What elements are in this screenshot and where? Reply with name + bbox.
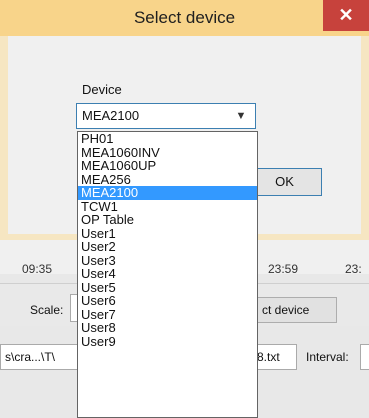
- close-button[interactable]: ✕: [323, 0, 369, 31]
- chevron-down-icon[interactable]: ▼: [235, 104, 247, 128]
- close-icon: ✕: [338, 5, 354, 25]
- dropdown-option[interactable]: User8: [78, 321, 257, 335]
- dropdown-option[interactable]: User1: [78, 226, 257, 241]
- dropdown-option[interactable]: User5: [78, 280, 257, 295]
- interval-field[interactable]: [360, 344, 369, 370]
- dialog-title: Select device: [133, 8, 236, 27]
- select-device-button[interactable]: ct device: [253, 297, 337, 323]
- time-tick: 23:59: [268, 262, 299, 276]
- device-select[interactable]: MEA2100 ▼: [76, 103, 256, 129]
- dropdown-option[interactable]: User4: [78, 267, 257, 281]
- dropdown-option[interactable]: MEA1060UP: [78, 159, 257, 173]
- dropdown-option[interactable]: MEA1060INV: [78, 145, 257, 160]
- dropdown-option[interactable]: TCW1: [78, 199, 257, 214]
- time-tick: 09:35: [22, 262, 53, 276]
- scale-label: Scale:: [30, 303, 64, 317]
- dropdown-option[interactable]: User2: [78, 240, 257, 254]
- dropdown-option[interactable]: User6: [78, 294, 257, 308]
- device-select-value: MEA2100: [82, 108, 140, 123]
- device-dropdown-list[interactable]: PH01 MEA1060INV MEA1060UP MEA256 MEA2100…: [77, 131, 258, 418]
- dropdown-option[interactable]: User7: [78, 307, 257, 322]
- path-field[interactable]: s\cra...\T\: [0, 344, 82, 370]
- dropdown-option[interactable]: OP Table: [78, 213, 257, 227]
- dropdown-option-selected[interactable]: MEA2100: [78, 186, 257, 200]
- time-tick: 23:: [345, 262, 362, 276]
- device-label: Device: [82, 82, 122, 97]
- ok-button[interactable]: OK: [247, 168, 322, 196]
- dropdown-option[interactable]: User3: [78, 253, 257, 268]
- dropdown-option[interactable]: PH01: [78, 132, 257, 146]
- dropdown-option[interactable]: MEA256: [78, 172, 257, 187]
- dropdown-option[interactable]: User9: [78, 334, 257, 349]
- interval-label: Interval:: [306, 350, 349, 364]
